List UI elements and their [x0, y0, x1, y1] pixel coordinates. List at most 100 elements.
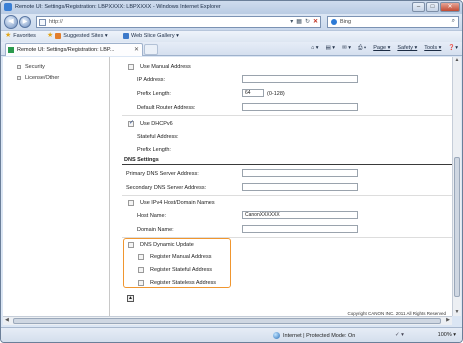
- stop-icon[interactable]: ✕: [313, 18, 318, 25]
- search-icon[interactable]: ⌕: [452, 18, 455, 25]
- web-slice-icon: [123, 33, 129, 39]
- host-name-field[interactable]: CanonXXXXXX: [242, 211, 358, 219]
- web-slice-gallery-label: Web Slice Gallery ▾: [131, 33, 179, 39]
- domain-name-field[interactable]: [242, 225, 358, 233]
- scroll-down-icon[interactable]: ▼: [454, 309, 460, 316]
- use-ipv4-host-row: Use IPv4 Host/Domain Names: [128, 198, 215, 207]
- mail-icon[interactable]: ✉ ▾: [342, 45, 351, 52]
- domain-name-label: Domain Name:: [137, 226, 174, 233]
- use-dhcpv6-checkbox[interactable]: [128, 119, 134, 127]
- favorites-button[interactable]: ★ Favorites: [5, 32, 36, 39]
- feeds-icon[interactable]: ▤ ▾: [326, 45, 336, 52]
- address-url: http://: [49, 19, 63, 25]
- zone-label: Internet | Protected Mode: On: [283, 332, 356, 339]
- site-icon: [8, 47, 14, 53]
- use-dhcpv6-row: Use DHCPv6: [128, 119, 173, 128]
- prefix-length-field[interactable]: 64: [242, 89, 264, 97]
- dhcp-prefix-length-label: Prefix Length:: [137, 146, 171, 153]
- sidebar-item-license-other[interactable]: License/Other: [17, 75, 59, 81]
- zoom-level[interactable]: 100% ▾: [438, 332, 456, 338]
- back-button[interactable]: ◀: [4, 15, 18, 29]
- address-bar[interactable]: http:// ▾ ▦ ↻ ✕: [36, 16, 321, 28]
- separator: [122, 195, 452, 196]
- suggested-sites-icon: [55, 33, 62, 39]
- dropdown-icon[interactable]: ▾: [290, 18, 293, 25]
- host-name-label: Host Name:: [137, 212, 167, 219]
- default-router-label: Default Router Address:: [137, 104, 196, 111]
- status-bar: Internet | Protected Mode: On ✓ ▾ 100% ▾: [1, 327, 462, 342]
- star-icon: ★: [5, 32, 12, 39]
- home-icon[interactable]: ⌂ ▾: [311, 45, 319, 52]
- tab-remote-ui[interactable]: Remote UI: Settings/Registration: LBP...…: [5, 43, 143, 56]
- bing-icon: [331, 19, 337, 25]
- web-slice-gallery-button[interactable]: Web Slice Gallery ▾: [123, 33, 179, 39]
- favorites-label: Favorites: [13, 33, 36, 39]
- bullet-icon: [17, 76, 21, 80]
- help-menu[interactable]: ❓▾: [448, 45, 458, 52]
- prefix-range-label: (0-128): [267, 90, 285, 97]
- highlight-box: [123, 238, 231, 288]
- prefix-length-label: Prefix Length:: [137, 90, 171, 97]
- close-button[interactable]: ✕: [440, 2, 460, 12]
- command-bar: ⌂ ▾ ▤ ▾ ✉ ▾ ⎙ ▾ Page ▾ Safety ▾ Tools ▾ …: [311, 45, 458, 52]
- tab-close-icon[interactable]: ✕: [134, 46, 139, 53]
- add-favorite-icon: ★: [47, 32, 54, 39]
- stateful-address-label: Stateful Address:: [137, 133, 179, 140]
- scroll-right-icon[interactable]: ▶: [446, 317, 450, 323]
- ip-address-label: IP Address:: [137, 76, 166, 83]
- sidebar-item-label: License/Other: [25, 75, 60, 81]
- tab-label: Remote UI: Settings/Registration: LBP...: [17, 47, 115, 53]
- title-bar: Remote UI: Settings/Registration: LBPXXX…: [1, 1, 462, 14]
- horizontal-scroll-thumb[interactable]: [13, 318, 441, 324]
- page-content: Security License/Other Use Manual Addres…: [3, 57, 452, 316]
- protected-mode-icon[interactable]: ✓ ▾: [395, 332, 404, 338]
- primary-dns-label: Primary DNS Server Address:: [126, 170, 199, 177]
- search-box[interactable]: Bing ⌕: [327, 16, 459, 28]
- horizontal-scrollbar[interactable]: ◀ ▶: [3, 316, 452, 325]
- bullet-icon: [17, 65, 21, 69]
- ie-icon: [4, 3, 12, 11]
- search-text: Bing: [340, 19, 352, 25]
- scroll-thumb[interactable]: [454, 157, 460, 297]
- suggested-sites-button[interactable]: ★ Suggested Sites ▾: [47, 32, 108, 39]
- navigation-bar: ◀ ▶ http:// ▾ ▦ ↻ ✕ Bing ⌕: [1, 14, 462, 30]
- default-router-field[interactable]: [242, 103, 358, 111]
- page-menu[interactable]: Page ▾: [373, 45, 390, 52]
- compatibility-icon[interactable]: ▦: [296, 18, 302, 25]
- tab-bar: Remote UI: Settings/Registration: LBP...…: [1, 42, 462, 56]
- window-title: Remote UI: Settings/Registration: LBPXXX…: [15, 4, 221, 10]
- new-tab-button[interactable]: [144, 44, 158, 55]
- use-ipv4-host-label: Use IPv4 Host/Domain Names: [140, 199, 215, 206]
- dns-settings-header: DNS Settings: [122, 157, 452, 165]
- use-ipv4-host-checkbox[interactable]: [128, 199, 134, 206]
- sidebar-item-label: Security: [25, 64, 45, 70]
- back-to-top-icon[interactable]: ▲: [127, 295, 134, 302]
- use-manual-address-label: Use Manual Address: [140, 63, 191, 70]
- primary-dns-field[interactable]: [242, 169, 358, 177]
- globe-icon: [273, 332, 280, 339]
- forward-button[interactable]: ▶: [19, 16, 31, 28]
- sidebar: Security License/Other: [3, 57, 110, 316]
- use-manual-address-row: Use Manual Address: [128, 62, 191, 71]
- tools-menu[interactable]: Tools ▾: [424, 45, 441, 52]
- refresh-icon[interactable]: ↻: [305, 18, 310, 25]
- ip-address-field[interactable]: [242, 75, 358, 83]
- scroll-up-icon[interactable]: ▲: [454, 57, 460, 64]
- scroll-left-icon[interactable]: ◀: [5, 317, 9, 323]
- suggested-sites-label: Suggested Sites ▾: [63, 33, 108, 39]
- page-icon: [39, 19, 46, 26]
- maximize-button[interactable]: □: [426, 2, 439, 12]
- secondary-dns-field[interactable]: [242, 183, 358, 191]
- use-manual-address-checkbox[interactable]: [128, 63, 134, 70]
- secondary-dns-label: Secondary DNS Server Address:: [126, 184, 207, 191]
- use-dhcpv6-label: Use DHCPv6: [140, 120, 173, 127]
- browser-window: Remote UI: Settings/Registration: LBPXXX…: [0, 0, 463, 343]
- vertical-scrollbar[interactable]: ▲ ▼: [452, 57, 461, 316]
- print-icon[interactable]: ⎙ ▾: [358, 45, 366, 52]
- minimize-button[interactable]: –: [412, 2, 425, 12]
- sidebar-item-security[interactable]: Security: [17, 64, 45, 70]
- separator: [122, 115, 452, 116]
- favorites-bar: ★ Favorites ★ Suggested Sites ▾ Web Slic…: [1, 30, 462, 42]
- security-zone[interactable]: Internet | Protected Mode: On: [273, 332, 355, 339]
- safety-menu[interactable]: Safety ▾: [397, 45, 417, 52]
